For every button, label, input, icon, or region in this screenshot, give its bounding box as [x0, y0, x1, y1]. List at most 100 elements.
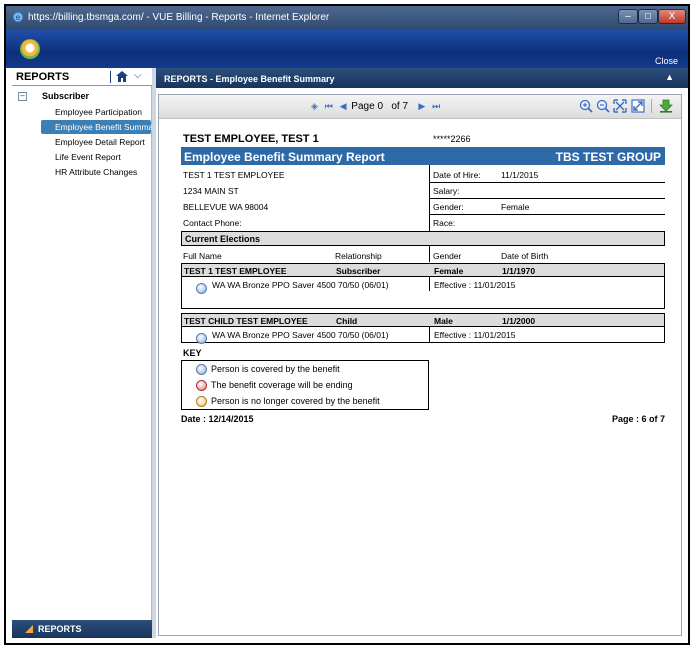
browser-window: e https://billing.tbsmga.com/ - VUE Bill…	[4, 4, 690, 645]
employee-ssn: *****2266	[433, 134, 471, 144]
sidebar-footer-label: REPORTS	[38, 624, 82, 634]
plan-effective: Effective : 11/01/2015	[434, 330, 516, 340]
reports-icon	[25, 625, 33, 633]
plan-name: WA WA Bronze PPO Saver 4500 70/50 (06/01…	[212, 330, 389, 340]
column-date-of-birth: Date of Birth	[501, 251, 549, 261]
pager: ◈ ⏮ ◀ Page 0 of 7 ▶ ⏭	[309, 101, 442, 112]
next-page-icon[interactable]: ▶	[418, 101, 425, 111]
previous-page-icon[interactable]: ◀	[340, 101, 347, 111]
column-gender: Gender	[433, 251, 462, 261]
sidebar-item-life-event-report[interactable]: Life Event Report	[41, 150, 151, 164]
tree-group-subscriber[interactable]: Subscriber	[42, 91, 89, 101]
current-elections-header: Current Elections	[181, 231, 665, 246]
zoom-out-icon[interactable]	[596, 99, 610, 113]
sidebar-item-employee-benefit-summary[interactable]: Employee Benefit Summary	[41, 120, 160, 134]
contact-phone-label: Contact Phone:	[183, 218, 242, 228]
key-item-no-longer: Person is no longer covered by the benef…	[196, 396, 380, 408]
plan-name: WA WA Bronze PPO Saver 4500 70/50 (06/01…	[212, 280, 389, 290]
person-name: TEST CHILD TEST EMPLOYEE	[184, 316, 308, 326]
divider	[429, 277, 430, 291]
plan-box: WA WA Bronze PPO Saver 4500 70/50 (06/01…	[181, 327, 665, 345]
close-link[interactable]: Close	[655, 56, 678, 66]
gender-value: Female	[501, 202, 530, 212]
divider	[429, 182, 665, 183]
report-title: Employee Benefit Summary Report	[184, 150, 385, 164]
toolbar-divider	[651, 99, 652, 113]
home-icon[interactable]	[116, 71, 128, 82]
page-count-label: of 7	[391, 101, 409, 112]
hire-date-value: 11/1/2015	[501, 170, 539, 180]
address-name: TEST 1 TEST EMPLOYEE	[183, 170, 285, 180]
person-relationship: Subscriber	[336, 266, 381, 276]
first-page-icon[interactable]: ⏮	[325, 101, 333, 111]
key-item-covered: Person is covered by the benefit	[196, 364, 340, 376]
sidebar-item-employee-participation[interactable]: Employee Participation	[41, 105, 151, 119]
table-row: TEST CHILD TEST EMPLOYEE Child Male 1/1/…	[181, 313, 665, 327]
key-box: Person is covered by the benefit The ben…	[181, 360, 429, 410]
person-name: TEST 1 TEST EMPLOYEE	[184, 266, 287, 276]
maximize-button[interactable]: □	[638, 9, 658, 24]
report-group: TBS TEST GROUP	[555, 150, 661, 164]
salary-label: Salary:	[433, 186, 460, 196]
report-page-number: Page : 6 of 7	[611, 414, 665, 424]
sidebar-title: REPORTS	[16, 71, 70, 83]
report-title-bar: Employee Benefit Summary Report TBS TEST…	[181, 147, 665, 165]
address-city: BELLEVUE WA 98004	[183, 202, 269, 212]
svg-text:e: e	[16, 13, 21, 22]
covered-check-icon	[196, 283, 207, 295]
person-relationship: Child	[336, 316, 358, 326]
divider	[429, 246, 430, 262]
page-label: Page	[351, 101, 375, 112]
divider	[429, 327, 430, 343]
full-screen-icon[interactable]	[631, 99, 645, 113]
reports-sidebar: REPORTS ⌵ – Subscriber Employee Particip…	[12, 68, 160, 635]
plan-box: WA WA Bronze PPO Saver 4500 70/50 (06/01…	[181, 277, 665, 309]
toolbar-divider	[110, 71, 111, 83]
double-chevron-down-icon[interactable]: ⌵	[134, 70, 142, 81]
plan-entry	[196, 280, 207, 295]
person-dob: 1/1/2000	[502, 316, 536, 326]
table-row: TEST 1 TEST EMPLOYEE Subscriber Female 1…	[181, 263, 665, 277]
column-full-name: Full Name	[183, 251, 222, 261]
race-label: Race:	[433, 218, 456, 228]
minimize-button[interactable]: –	[618, 9, 638, 24]
divider	[429, 198, 665, 199]
zoom-toggle-icon[interactable]: ◈	[311, 101, 318, 111]
sidebar-footer-reports[interactable]: REPORTS	[12, 620, 152, 638]
hire-date-label: Date of Hire:	[433, 170, 481, 180]
report-date: Date : 12/14/2015	[181, 414, 254, 424]
current-page-value[interactable]: 0	[377, 101, 383, 112]
sidebar-item-employee-detail-report[interactable]: Employee Detail Report	[41, 135, 151, 149]
window-title: https://billing.tbsmga.com/ - VUE Billin…	[28, 12, 330, 23]
tree-collapse-toggle[interactable]: –	[18, 92, 27, 101]
panel-splitter[interactable]	[152, 68, 156, 638]
key-item-label: Person is no longer covered by the benef…	[211, 396, 380, 406]
address-street: 1234 MAIN ST	[183, 186, 239, 196]
fit-page-icon[interactable]	[613, 99, 627, 113]
app-logo	[20, 39, 40, 59]
main-panel-title: REPORTS - Employee Benefit Summary	[164, 74, 335, 84]
gender-label: Gender:	[433, 202, 464, 212]
download-icon[interactable]	[659, 99, 673, 113]
plan-entry	[196, 330, 207, 345]
person-dob: 1/1/1970	[502, 266, 536, 276]
employee-name: TEST EMPLOYEE, TEST 1	[183, 133, 319, 145]
sidebar-item-hr-attribute-changes[interactable]: HR Attribute Changes	[41, 165, 151, 179]
zoom-in-icon[interactable]	[579, 99, 593, 113]
collapse-up-icon[interactable]: ▲	[665, 72, 674, 82]
internet-explorer-icon: e	[12, 11, 24, 23]
no-longer-minus-icon	[196, 396, 207, 408]
app-header: Close	[6, 30, 688, 68]
window-titlebar: e https://billing.tbsmga.com/ - VUE Bill…	[6, 6, 688, 30]
ending-x-icon	[196, 380, 207, 392]
main-panel-header: REPORTS - Employee Benefit Summary ▲	[156, 68, 688, 88]
sidebar-header: REPORTS ⌵	[12, 68, 152, 86]
close-window-button[interactable]: X	[658, 9, 686, 24]
report-toolbar: ◈ ⏮ ◀ Page 0 of 7 ▶ ⏭	[159, 95, 681, 119]
plan-effective: Effective : 11/01/2015	[434, 280, 516, 290]
person-gender: Female	[434, 266, 464, 276]
divider	[429, 214, 665, 215]
covered-check-icon	[196, 364, 207, 376]
last-page-icon[interactable]: ⏭	[432, 101, 440, 111]
column-relationship: Relationship	[335, 251, 382, 261]
